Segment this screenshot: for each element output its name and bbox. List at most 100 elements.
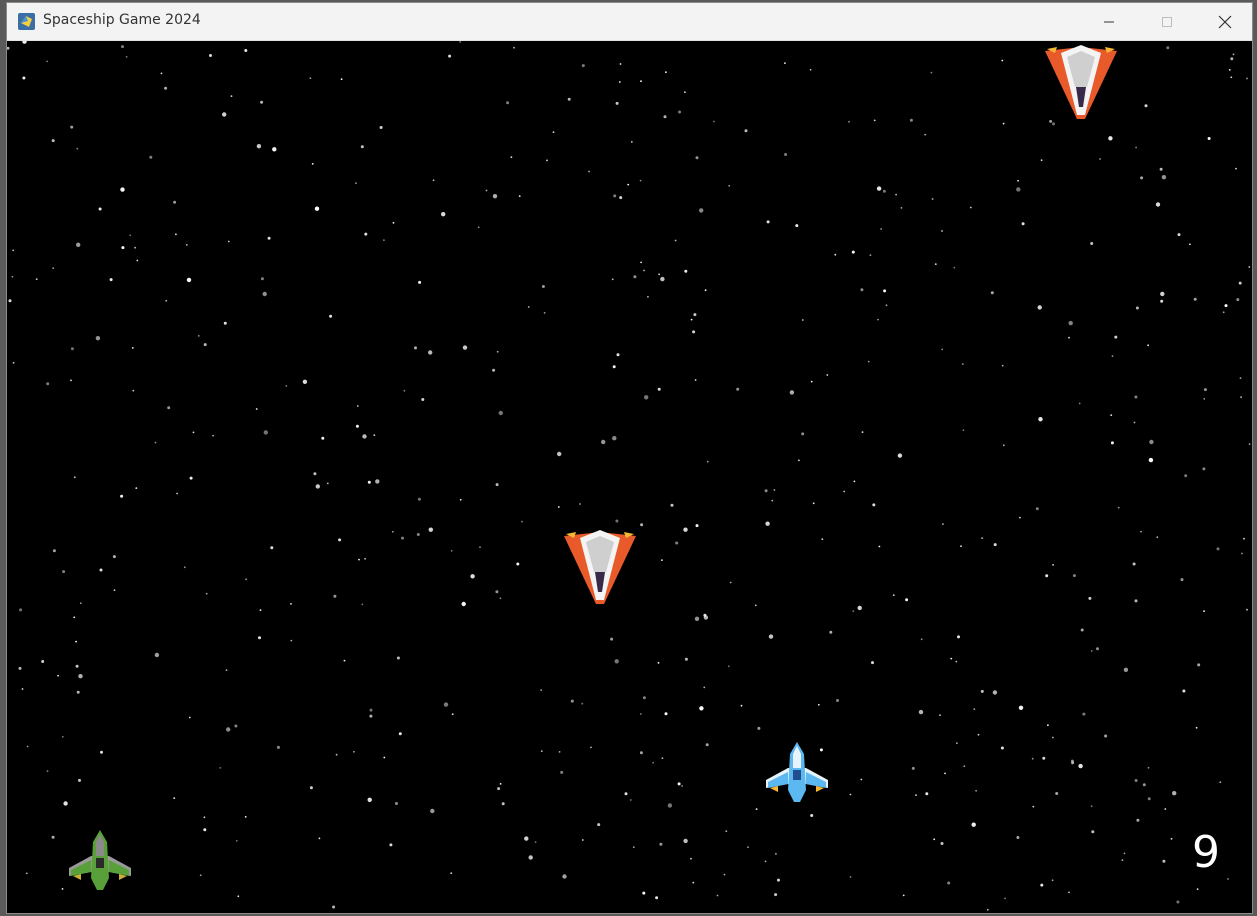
star (557, 451, 562, 457)
star (885, 304, 888, 307)
star (541, 285, 545, 288)
enemy-ship-icon (1045, 45, 1117, 119)
star (611, 278, 614, 281)
star (924, 133, 927, 136)
star (920, 638, 923, 641)
star (22, 41, 27, 44)
star (267, 236, 271, 240)
maximize-button[interactable] (1138, 3, 1196, 41)
star (692, 881, 695, 884)
star (513, 46, 515, 49)
star (683, 527, 688, 532)
star (1228, 69, 1231, 71)
star (46, 770, 49, 772)
star (389, 843, 393, 847)
star (383, 239, 385, 242)
title-bar[interactable]: Spaceship Game 2024 (7, 3, 1252, 41)
star (990, 291, 994, 295)
star (723, 873, 726, 876)
star (527, 306, 530, 308)
star (329, 314, 333, 318)
star (918, 709, 924, 715)
close-button[interactable] (1196, 3, 1252, 41)
minimize-button[interactable] (1080, 3, 1138, 41)
star (1140, 530, 1142, 533)
star (19, 608, 23, 612)
star (367, 797, 372, 802)
starfield-background (7, 41, 1251, 911)
star (495, 590, 499, 594)
star (861, 431, 864, 433)
star (627, 183, 630, 186)
star (63, 801, 68, 806)
star (630, 141, 633, 143)
star (113, 589, 116, 592)
star (1002, 122, 1005, 125)
star (260, 277, 264, 281)
star (112, 555, 116, 559)
star (809, 68, 812, 71)
star (78, 778, 81, 782)
star (1203, 610, 1205, 612)
star (219, 767, 222, 769)
star (1016, 836, 1020, 839)
star (8, 299, 12, 303)
star (766, 220, 770, 224)
star (836, 699, 839, 702)
star (1037, 305, 1042, 310)
star (326, 482, 329, 485)
star (1232, 53, 1235, 56)
star (1110, 441, 1114, 445)
star (543, 312, 546, 314)
star (616, 353, 620, 357)
star (849, 876, 852, 878)
star (518, 195, 521, 198)
star (121, 45, 124, 49)
star (736, 387, 740, 391)
star (1147, 344, 1149, 347)
star (664, 712, 668, 716)
star (443, 702, 449, 707)
player-ship-icon (766, 742, 828, 802)
star (1160, 291, 1165, 297)
star (659, 842, 663, 846)
star (495, 483, 499, 487)
star (699, 706, 704, 711)
star (540, 689, 543, 691)
star (810, 814, 814, 817)
star (492, 194, 498, 199)
star (613, 194, 617, 198)
star (1203, 398, 1206, 400)
star (1172, 791, 1177, 796)
star (581, 64, 585, 68)
star (353, 750, 355, 753)
star (160, 72, 163, 75)
star (360, 145, 364, 149)
star (135, 487, 138, 489)
star (588, 170, 590, 173)
star (632, 846, 635, 849)
star (1121, 859, 1124, 861)
star (1032, 805, 1035, 808)
star (391, 530, 394, 533)
star (1142, 783, 1146, 787)
star (318, 837, 321, 840)
star (670, 503, 674, 507)
game-window: Spaceship Game 2024 9 (6, 2, 1253, 914)
star (311, 163, 314, 165)
star (185, 244, 188, 246)
star (1147, 797, 1151, 801)
star (977, 733, 980, 736)
star (1038, 417, 1043, 422)
star (624, 792, 628, 796)
star (451, 713, 454, 716)
star (417, 497, 421, 501)
game-canvas[interactable]: 9 (7, 41, 1252, 913)
star (931, 198, 934, 200)
star (479, 546, 481, 548)
star (1123, 667, 1129, 672)
star (1132, 562, 1136, 566)
star (498, 410, 503, 416)
star (1246, 77, 1248, 80)
star (260, 100, 264, 104)
